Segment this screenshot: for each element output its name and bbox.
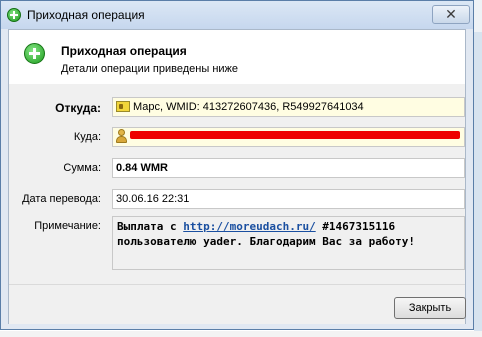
- amount-field: 0.84 WMR: [112, 158, 465, 178]
- dialog-header: Приходная операция Детали операции приве…: [9, 30, 465, 85]
- date-value: 30.06.16 22:31: [116, 193, 190, 205]
- title-bar[interactable]: Приходная операция ✕: [1, 1, 473, 29]
- window-close-button[interactable]: ✕: [432, 5, 470, 24]
- header-subtitle: Детали операции приведены ниже: [61, 63, 239, 75]
- amount-value: 0.84 WMR: [116, 162, 168, 174]
- from-field: Марс, WMID: 413272607436, R549927641034: [112, 97, 465, 117]
- window-title: Приходная операция: [27, 8, 145, 22]
- date-label: Дата перевода:: [22, 193, 101, 205]
- incoming-operation-dialog: Приходная операция ✕ Приходная операция …: [0, 0, 474, 330]
- person-icon: [116, 129, 127, 143]
- close-button[interactable]: Закрыть: [394, 297, 466, 319]
- id-card-icon: [116, 101, 130, 112]
- dialog-footer: Закрыть: [9, 284, 466, 324]
- note-prefix: Выплата с: [117, 220, 184, 233]
- background-app-edge: [474, 32, 482, 337]
- header-title: Приходная операция: [61, 44, 187, 58]
- amount-label: Сумма:: [63, 162, 101, 174]
- redacted-recipient: [130, 131, 460, 139]
- from-label: Откуда:: [55, 101, 101, 115]
- date-field: 30.06.16 22:31: [112, 189, 465, 209]
- plus-circle-icon: [7, 8, 21, 22]
- note-label: Примечание:: [34, 220, 101, 232]
- plus-circle-icon: [24, 43, 45, 64]
- details-panel: Откуда: Марс, WMID: 413272607436, R54992…: [9, 84, 465, 284]
- to-field: [112, 127, 465, 147]
- note-link[interactable]: http://moreudach.ru/: [183, 220, 315, 233]
- note-field[interactable]: Выплата с http://moreudach.ru/ #14673151…: [112, 216, 465, 270]
- dialog-client-area: Приходная операция Детали операции приве…: [8, 29, 466, 324]
- background-app-bottom: [0, 331, 482, 337]
- to-label: Куда:: [73, 131, 101, 143]
- from-value: Марс, WMID: 413272607436, R549927641034: [133, 101, 364, 113]
